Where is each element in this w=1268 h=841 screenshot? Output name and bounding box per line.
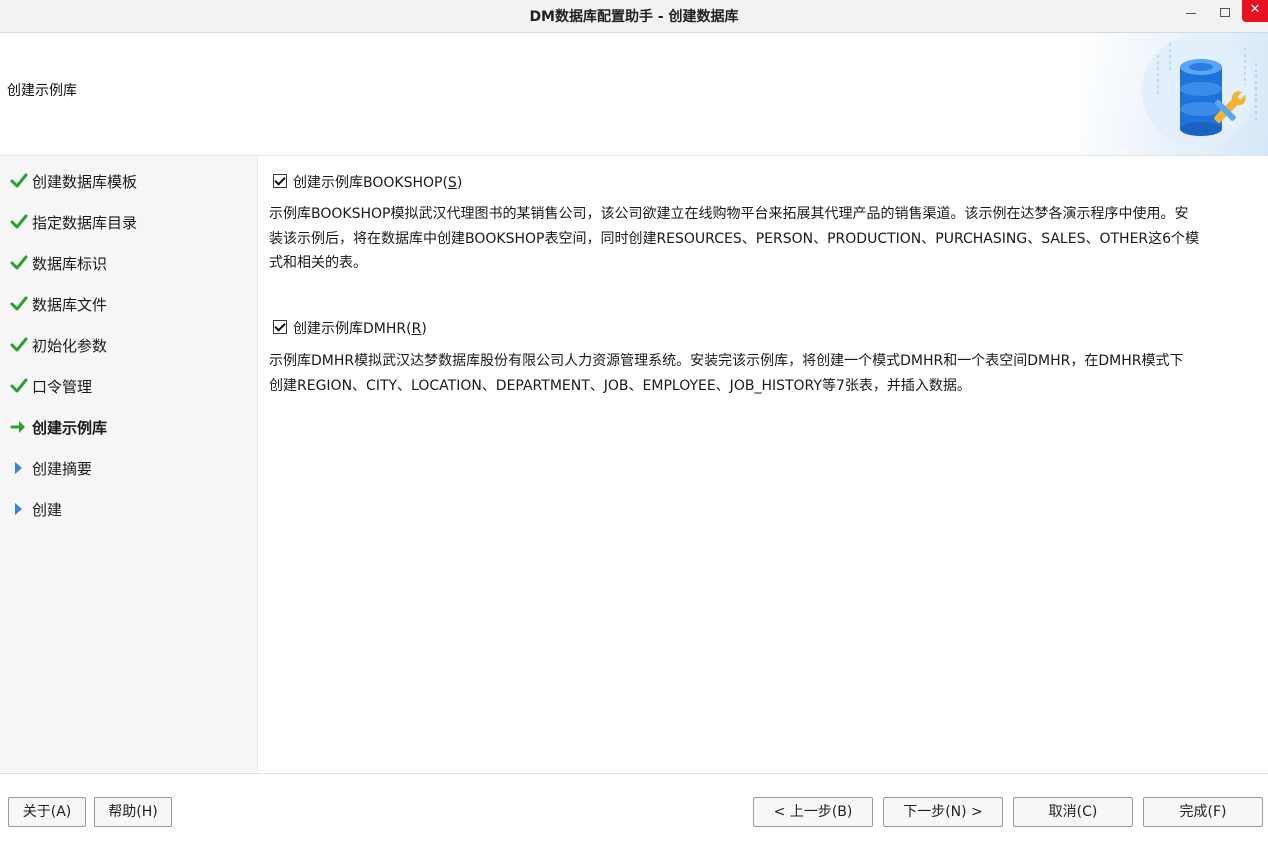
- bookshop-description: 示例库BOOKSHOP模拟武汉代理图书的某销售公司，该公司欲建立在线购物平台来拓…: [269, 206, 1200, 271]
- content-panel: 创建示例库BOOKSHOP(S) 示例库BOOKSHOP模拟武汉代理图书的某销售…: [258, 156, 1268, 772]
- page-title: 创建示例库: [7, 83, 77, 99]
- wizard-header: 创建示例库: [0, 33, 1268, 156]
- database-wrench-icon: [1142, 35, 1257, 147]
- step-password-mgmt: 口令管理: [10, 376, 92, 398]
- step-summary: 创建摘要: [10, 458, 92, 480]
- step-create-sample-db: 创建示例库: [10, 417, 107, 439]
- check-icon: [10, 254, 28, 272]
- step-db-identifier: 数据库标识: [10, 253, 107, 275]
- maximize-button[interactable]: [1210, 0, 1240, 26]
- triangle-right-icon: [10, 500, 28, 518]
- check-icon: [10, 213, 28, 231]
- next-button[interactable]: 下一步(N) >: [883, 797, 1003, 827]
- finish-button[interactable]: 完成(F): [1143, 797, 1263, 827]
- prev-button[interactable]: < 上一步(B): [753, 797, 873, 827]
- check-icon: [10, 172, 28, 190]
- step-db-directory: 指定数据库目录: [10, 212, 137, 234]
- step-db-files: 数据库文件: [10, 294, 107, 316]
- bookshop-checkbox[interactable]: 创建示例库BOOKSHOP(S): [273, 172, 462, 192]
- check-icon: [10, 295, 28, 313]
- wizard-steps-sidebar: 创建数据库模板 指定数据库目录 数据库标识 数据库文件 初始化参数 口令管理 创…: [0, 156, 258, 772]
- cancel-button[interactable]: 取消(C): [1013, 797, 1133, 827]
- triangle-right-icon: [10, 459, 28, 477]
- step-create-template: 创建数据库模板: [10, 171, 137, 193]
- checkbox-checked-icon[interactable]: [273, 174, 287, 188]
- arrow-right-icon: [10, 418, 28, 436]
- step-init-params: 初始化参数: [10, 335, 107, 357]
- banner-image: [1080, 33, 1268, 155]
- minimize-button[interactable]: [1176, 0, 1206, 26]
- window-title: DM数据库配置助手 - 创建数据库: [529, 9, 739, 25]
- help-button[interactable]: 帮助(H): [94, 797, 172, 827]
- title-bar: DM数据库配置助手 - 创建数据库 ✕: [0, 0, 1268, 33]
- dmhr-description: 示例库DMHR模拟武汉达梦数据库股份有限公司人力资源管理系统。安装完该示例库，将…: [269, 353, 1184, 394]
- wizard-footer: 关于(A) 帮助(H) < 上一步(B) 下一步(N) > 取消(C) 完成(F…: [0, 773, 1268, 841]
- check-icon: [10, 377, 28, 395]
- checkbox-checked-icon[interactable]: [273, 320, 287, 334]
- dmhr-checkbox[interactable]: 创建示例库DMHR(R): [273, 318, 427, 338]
- step-create: 创建: [10, 499, 62, 521]
- about-button[interactable]: 关于(A): [8, 797, 86, 827]
- close-button[interactable]: ✕: [1242, 0, 1268, 22]
- check-icon: [10, 336, 28, 354]
- close-icon: ✕: [1249, 2, 1261, 17]
